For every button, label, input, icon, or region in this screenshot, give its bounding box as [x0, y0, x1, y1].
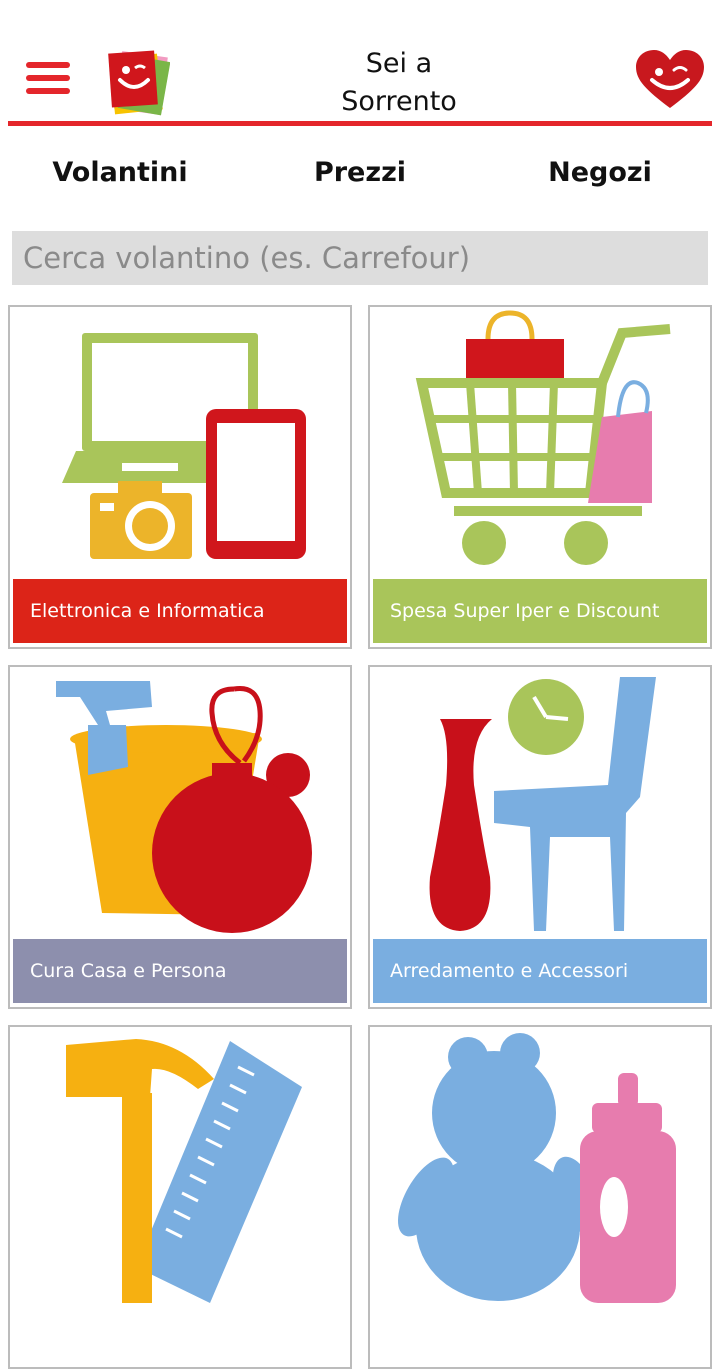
location-title-line2: Sorrento	[341, 86, 457, 117]
tab-volantini[interactable]: Volantini	[0, 150, 240, 198]
category-label: Cura Casa e Persona	[13, 939, 347, 1003]
category-card-infanzia[interactable]	[368, 1025, 712, 1369]
search-input[interactable]: Cerca volantino (es. Carrefour)	[12, 231, 708, 285]
category-card-arredamento[interactable]: Arredamento e Accessori	[368, 665, 712, 1009]
furniture-icon	[429, 677, 656, 931]
category-label	[13, 1299, 347, 1363]
header-divider	[8, 121, 712, 126]
electronics-icon	[62, 333, 306, 559]
location-title-line1: Sei a	[365, 48, 433, 79]
hammer-ruler-icon	[66, 1039, 302, 1303]
app-header: Sei a Sorrento	[0, 0, 720, 128]
category-label: Spesa Super Iper e Discount	[373, 579, 707, 643]
category-card-elettronica[interactable]: Elettronica e Informatica	[8, 305, 352, 649]
tab-prezzi[interactable]: Prezzi	[240, 150, 480, 198]
category-label: Arredamento e Accessori	[373, 939, 707, 1003]
location-title: Sei a Sorrento	[260, 45, 538, 121]
menu-icon[interactable]	[26, 62, 70, 96]
favorites-heart-icon[interactable]	[634, 50, 706, 110]
category-label: Elettronica e Informatica	[13, 579, 347, 643]
category-card-bricolage[interactable]	[8, 1025, 352, 1369]
home-care-icon	[56, 681, 312, 933]
category-card-spesa[interactable]: Spesa Super Iper e Discount	[368, 305, 712, 649]
main-tabs: Volantini Prezzi Negozi	[0, 150, 720, 198]
baby-teddy-bottle-icon	[398, 1033, 676, 1303]
category-label	[373, 1299, 707, 1363]
app-logo	[108, 50, 170, 116]
category-card-cura-casa[interactable]: Cura Casa e Persona	[8, 665, 352, 1009]
shopping-cart-icon	[415, 310, 671, 565]
tab-negozi[interactable]: Negozi	[480, 150, 720, 198]
